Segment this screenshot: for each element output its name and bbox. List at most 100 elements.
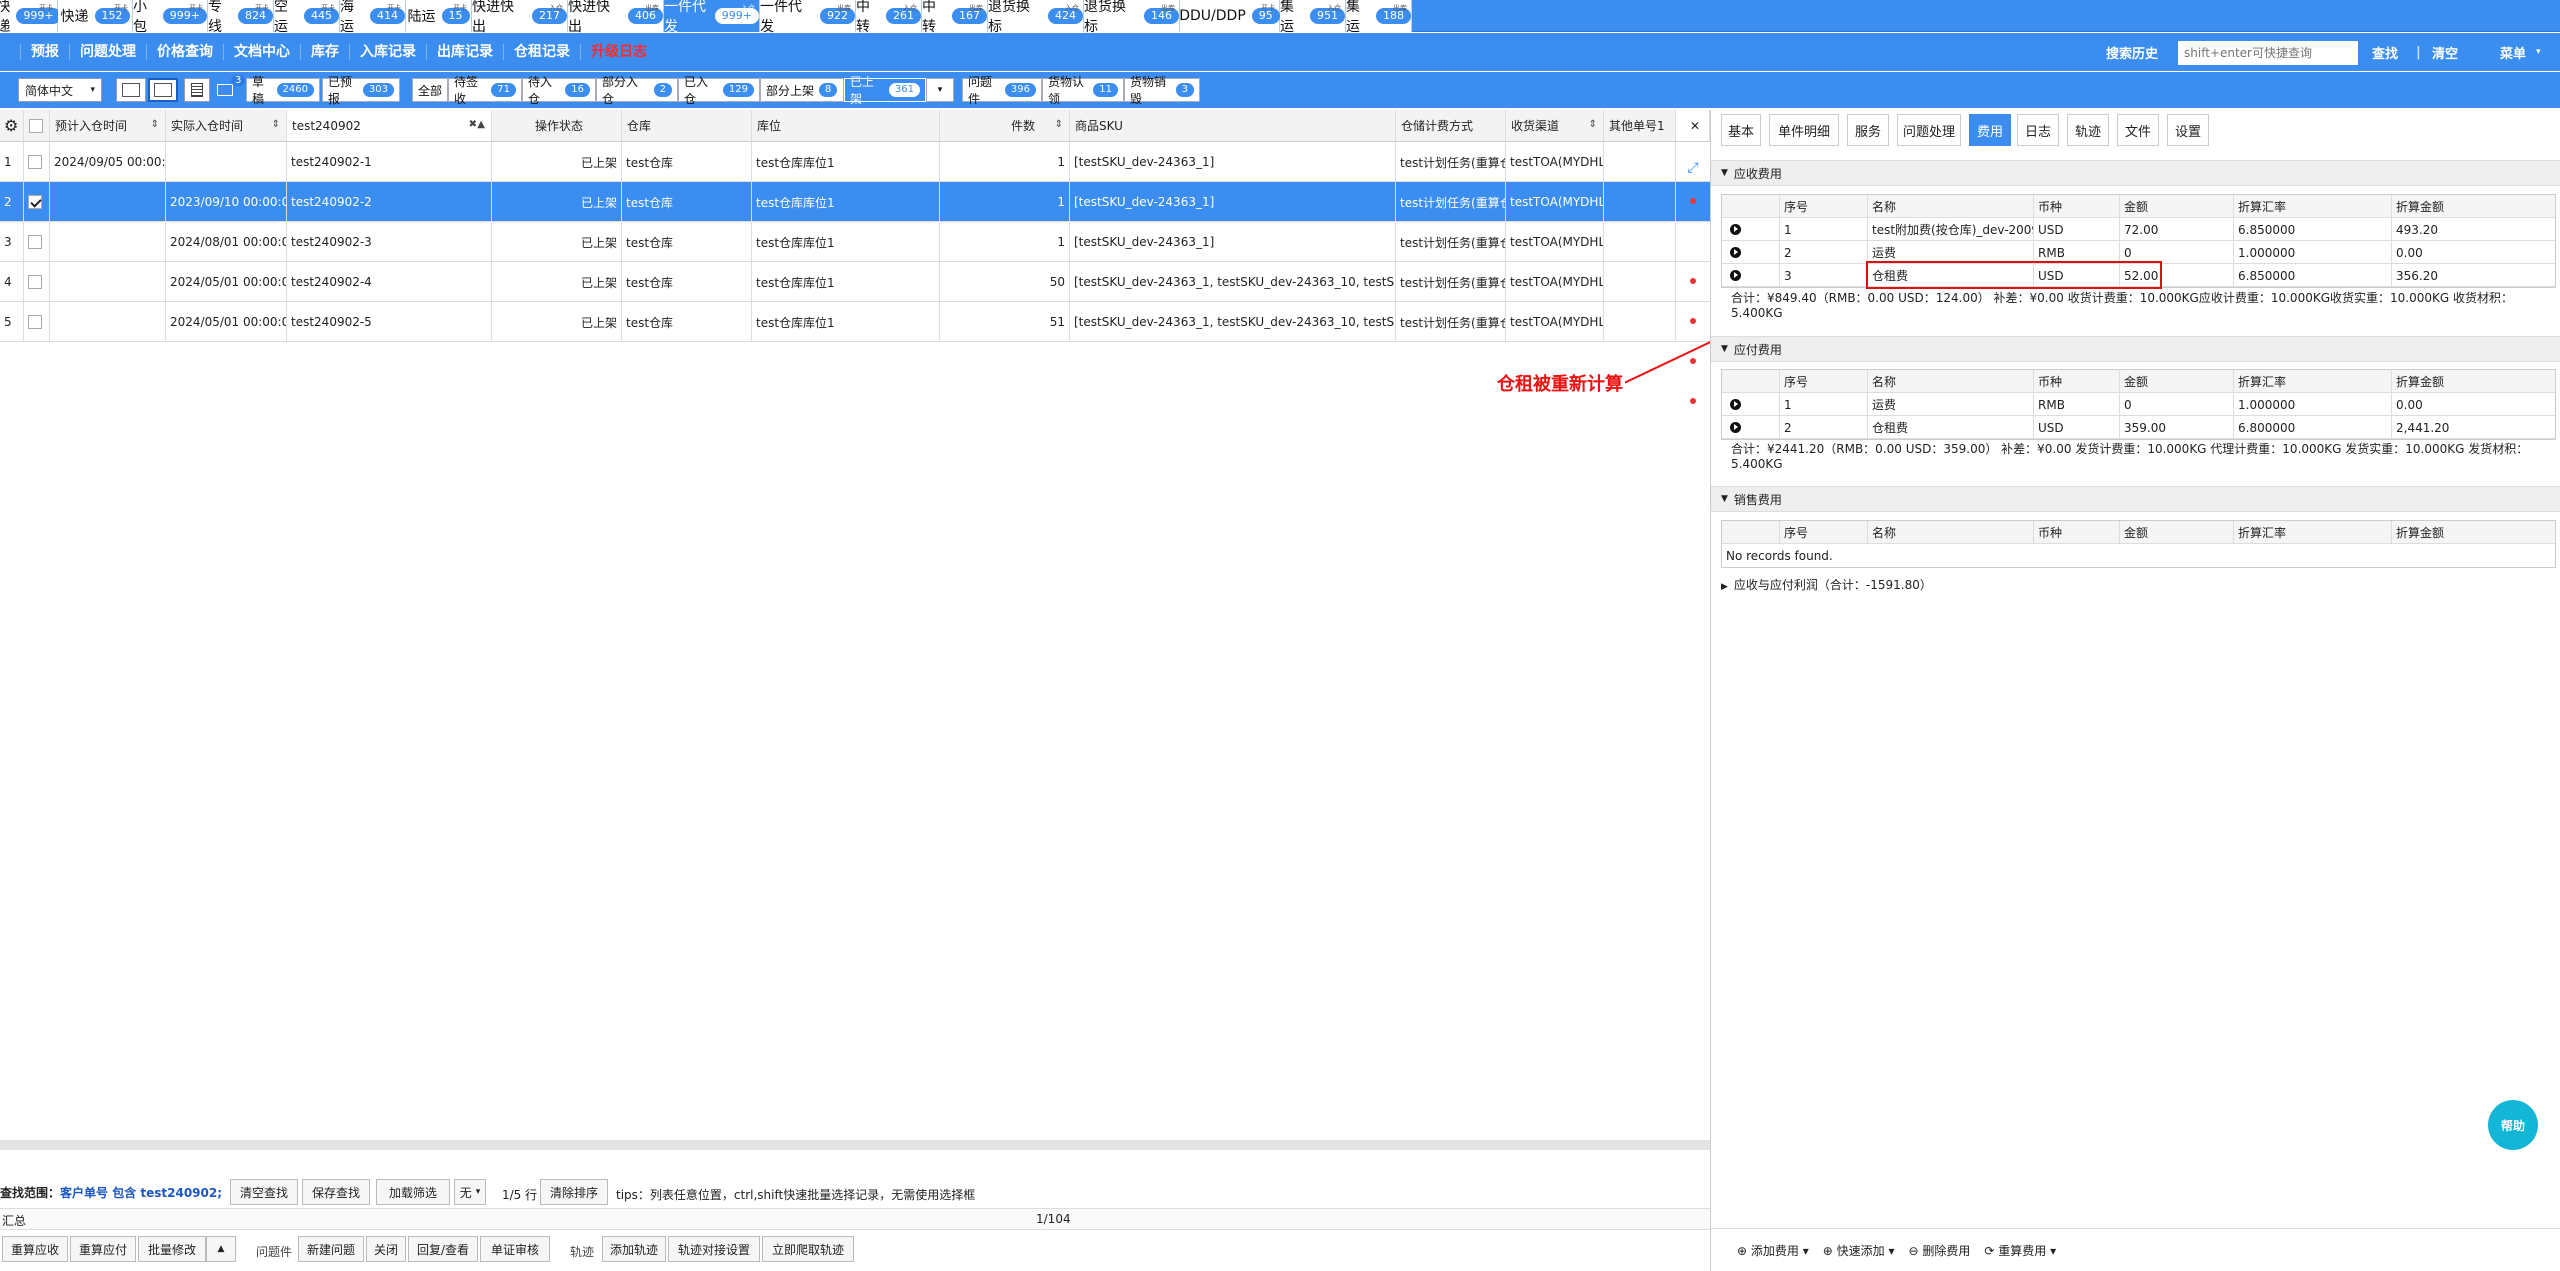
col-expected-time[interactable]: 预计入仓时间 ⇕ (50, 110, 166, 142)
table-row[interactable]: 2 2023/09/10 00:00:00 test240902-2 已上架 t… (0, 182, 1710, 222)
add-track-button[interactable]: 添加轨迹 (602, 1236, 666, 1262)
tab-sea[interactable]: 海运 414 开卡 (340, 0, 406, 35)
tab-transfer-in[interactable]: 中转 261 入仓 (856, 0, 922, 35)
tab-basic[interactable]: 基本 (1721, 114, 1761, 146)
tab-transfer-out[interactable]: 中转 167 出库 (922, 0, 988, 35)
chip-partial-shelved[interactable]: 部分上架 8 (760, 78, 844, 102)
tab-track[interactable]: 轨迹 (2067, 114, 2109, 146)
chip-destroy[interactable]: 货物销毁 3 (1124, 75, 1200, 106)
delete-fee-button[interactable]: ⊖ 删除费用 (1909, 1242, 1971, 1259)
fetch-track-button[interactable]: 立即爬取轨迹 (762, 1236, 854, 1262)
close-icon[interactable]: ✕ (1676, 110, 1710, 142)
expand-row-icon[interactable] (1730, 224, 1741, 235)
chip-awaiting-inbound[interactable]: 待入仓 16 (522, 75, 596, 106)
language-select[interactable]: 简体中文 ▾ (18, 78, 102, 102)
nav-upgrade-log[interactable]: 升级日志 (581, 44, 657, 60)
load-filter-button[interactable]: 加载筛选 (376, 1179, 450, 1205)
doc-review-button[interactable]: 单证审核 (480, 1236, 550, 1262)
fee-row[interactable]: 2 仓租费 USD 359.00 6.800000 2,441.20 (1722, 416, 2555, 439)
tab-quick-out[interactable]: 快进快出 406 出库 (568, 0, 664, 35)
expand-row-icon[interactable] (1730, 270, 1741, 281)
nav-inbound-records[interactable]: 入库记录 (350, 44, 427, 60)
recalc-payable-button[interactable]: 重算应付 (70, 1236, 136, 1262)
chip-awaiting-sign[interactable]: 待签收 71 (448, 75, 522, 106)
tab-log[interactable]: 日志 (2017, 114, 2059, 146)
new-problem-button[interactable]: 新建问题 (298, 1236, 364, 1262)
col-billing[interactable]: 仓储计费方式 (1396, 110, 1506, 142)
tab-dropship-in[interactable]: 一件代发 999+ 入仓 (664, 0, 760, 35)
help-button[interactable]: 帮助 (2488, 1100, 2538, 1150)
col-sku[interactable]: 商品SKU (1070, 110, 1396, 142)
table-row[interactable]: 4 2024/05/01 00:00:00 test240902-4 已上架 t… (0, 262, 1710, 302)
tab-air[interactable]: 空运 445 开卡 (274, 0, 340, 35)
table-row[interactable]: 1 2024/09/05 00:00:00 test240902-1 已上架 t… (0, 142, 1710, 182)
tab-dedicated-line[interactable]: 专线 824 开卡 (208, 0, 274, 35)
chip-partial-inbound[interactable]: 部分入仓 2 (596, 75, 678, 106)
layout-toggle-left[interactable] (116, 78, 146, 102)
col-channel[interactable]: 收货渠道 ⇕ (1506, 110, 1604, 142)
col-order-filter[interactable]: test240902 ✖ ▲ (287, 110, 492, 142)
nav-docs[interactable]: 文档中心 (224, 44, 301, 60)
add-fee-button[interactable]: ⊕ 添加费用 ▾ (1737, 1242, 1809, 1259)
tab-ddu-ddp[interactable]: DDU/DDP 95 开卡 (1179, 0, 1280, 32)
recalc-receivable-button[interactable]: 重算应收 (2, 1236, 68, 1262)
clear-search-button[interactable]: 清空查找 (230, 1179, 298, 1205)
close-problem-button[interactable]: 关闭 (366, 1236, 406, 1262)
fee-row[interactable]: 1 test附加费(按仓库)_dev-20097 USD 72.00 6.850… (1722, 218, 2555, 241)
tab-files[interactable]: 文件 (2117, 114, 2159, 146)
tab-express[interactable]: 快递 999+ 开卡 (0, 0, 61, 35)
tab-service[interactable]: 服务 (1847, 114, 1889, 146)
chevron-down-icon[interactable]: ▾ (2536, 33, 2541, 71)
search-history-link[interactable]: 搜索历史 (2106, 33, 2158, 71)
batch-edit-dropdown[interactable]: ▲ (206, 1236, 236, 1262)
section-receivable[interactable]: ▼ 应收费用 (1711, 160, 2560, 186)
tab-dropship-out[interactable]: 一件代发 922 出库 (760, 0, 856, 35)
save-search-button[interactable]: 保存查找 (302, 1179, 370, 1205)
gear-icon[interactable]: ⚙ (0, 110, 24, 142)
expand-row-icon[interactable] (1730, 422, 1741, 433)
chip-all[interactable]: 全部 (412, 78, 448, 102)
col-quantity[interactable]: 件数 ⇕ (940, 110, 1070, 142)
nav-forecast[interactable]: 预报 (20, 44, 70, 60)
fee-row[interactable]: 1 运费 RMB 0 1.000000 0.00 (1722, 393, 2555, 416)
tab-fees[interactable]: 费用 (1969, 114, 2011, 146)
nav-problem[interactable]: 问题处理 (70, 44, 147, 60)
track-integration-button[interactable]: 轨迹对接设置 (668, 1236, 760, 1262)
profit-section[interactable]: ▶ 应收与应付利润（合计：-1591.80） (1721, 576, 1932, 593)
none-select[interactable]: 无 ▾ (454, 1179, 486, 1205)
tab-land[interactable]: 陆运 15 开卡 (406, 0, 472, 32)
row-checkbox[interactable] (24, 222, 50, 262)
tab-return-out[interactable]: 退货换标 146 出库 (1084, 0, 1180, 35)
nav-inventory[interactable]: 库存 (301, 44, 350, 60)
table-row[interactable]: 5 2024/05/01 00:00:00 test240902-5 已上架 t… (0, 302, 1710, 342)
chip-draft[interactable]: 草稿 2460 (246, 75, 320, 106)
nav-price[interactable]: 价格查询 (147, 44, 224, 60)
reply-view-button[interactable]: 回复/查看 (408, 1236, 478, 1262)
tab-small-parcel[interactable]: 小包 999+ 开卡 (133, 0, 208, 35)
nav-storage-records[interactable]: 仓租记录 (504, 44, 581, 60)
clear-icon[interactable]: ✖ (469, 119, 477, 130)
col-actual-time[interactable]: 实际入仓时间 ⇕ (166, 110, 287, 142)
quick-search-input[interactable] (2178, 41, 2358, 65)
chip-shelved[interactable]: 已上架 361 (844, 75, 926, 106)
tab-express-2[interactable]: 快递 152 开卡 (58, 0, 133, 32)
tab-consolidation-in[interactable]: 集运 951 入仓 (1280, 0, 1346, 35)
batch-edit-button[interactable]: 批量修改 (138, 1236, 206, 1262)
select-all-checkbox[interactable] (24, 110, 50, 142)
col-other-no[interactable]: 其他单号1 (1604, 110, 1676, 142)
horizontal-scrollbar[interactable] (0, 1140, 1710, 1150)
col-status[interactable]: 操作状态 (492, 110, 622, 142)
menu-button[interactable]: 菜单 (2500, 33, 2526, 71)
row-checkbox[interactable] (24, 182, 50, 222)
chip-problem[interactable]: 问题件 396 (962, 75, 1042, 106)
row-checkbox[interactable] (24, 142, 50, 182)
tab-quick-in[interactable]: 快进快出 217 入仓 (472, 0, 568, 35)
tab-settings[interactable]: 设置 (2167, 114, 2209, 146)
tab-return-in[interactable]: 退货换标 424 入仓 (988, 0, 1084, 35)
clear-button[interactable]: 清空 (2432, 33, 2458, 71)
tab-consolidation-out[interactable]: 集运 188 出库 (1346, 0, 1412, 35)
recalc-fee-button[interactable]: ⟳ 重算费用 ▾ (1984, 1242, 2056, 1259)
quick-add-button[interactable]: ⊕ 快速添加 ▾ (1823, 1242, 1895, 1259)
expand-row-icon[interactable] (1730, 399, 1741, 410)
document-icon[interactable] (184, 78, 210, 102)
